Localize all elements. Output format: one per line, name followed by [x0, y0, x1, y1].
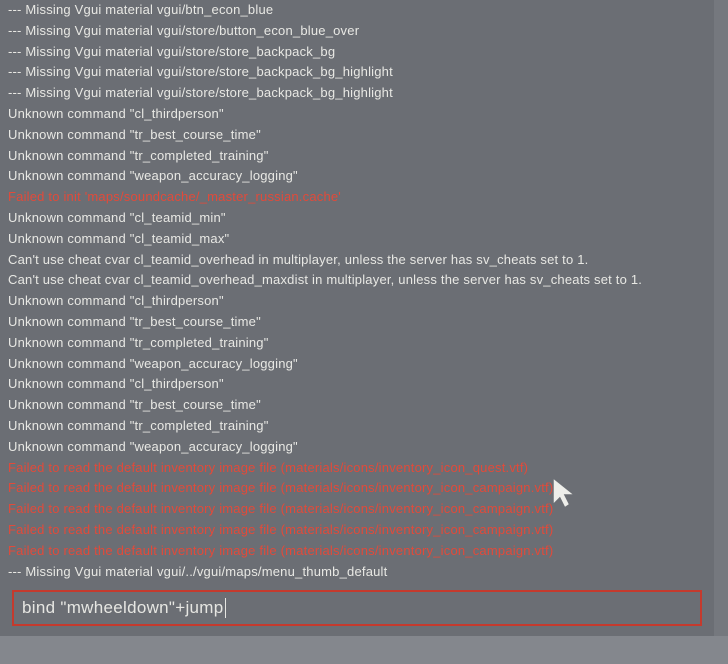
console-line: --- Missing Vgui material vgui/btn_econ_…: [8, 0, 708, 21]
console-line: Unknown command "tr_completed_training": [8, 146, 708, 167]
console-line: Unknown command "cl_thirdperson": [8, 374, 708, 395]
console-line: Can't use cheat cvar cl_teamid_overhead …: [8, 250, 708, 271]
console-line: Unknown command "cl_thirdperson": [8, 104, 708, 125]
console-line: Unknown command "tr_completed_training": [8, 416, 708, 437]
console-line: Unknown command "weapon_accuracy_logging…: [8, 354, 708, 375]
console-input-wrap[interactable]: bind "mwheeldown"+jump: [12, 590, 702, 626]
console-line: Failed to read the default inventory ima…: [8, 478, 708, 499]
console-line: Unknown command "weapon_accuracy_logging…: [8, 437, 708, 458]
console-line: Failed to read the default inventory ima…: [8, 541, 708, 562]
console-input[interactable]: bind "mwheeldown"+jump: [22, 598, 224, 618]
console-line: Failed to read the default inventory ima…: [8, 520, 708, 541]
console-line: Unknown command "cl_teamid_min": [8, 208, 708, 229]
console-line: Failed to read the default inventory ima…: [8, 499, 708, 520]
console-line: Unknown command "tr_best_course_time": [8, 125, 708, 146]
console-line: --- Missing Vgui material vgui/store/sto…: [8, 42, 708, 63]
console-line: Failed to read the default inventory ima…: [8, 458, 708, 479]
console-line: Unknown command "cl_thirdperson": [8, 291, 708, 312]
console-line: Unknown command "tr_completed_training": [8, 333, 708, 354]
console-line: Can't use cheat cvar cl_teamid_overhead_…: [8, 270, 708, 291]
console-line: Failed to init 'maps/soundcache/_master_…: [8, 187, 708, 208]
console-line: --- Missing Vgui material vgui/store/sto…: [8, 62, 708, 83]
console-output[interactable]: --- Missing Vgui material vgui/btn_econ_…: [8, 0, 708, 582]
console-line: Unknown command "tr_best_course_time": [8, 312, 708, 333]
console-line: --- Missing Vgui material vgui/store/sto…: [8, 83, 708, 104]
console-line: --- Missing Vgui material vgui/../vgui/m…: [8, 562, 708, 582]
developer-console: --- Missing Vgui material vgui/btn_econ_…: [0, 0, 728, 664]
console-line: Unknown command "weapon_accuracy_logging…: [8, 166, 708, 187]
console-line: --- Missing Vgui material vgui/store/but…: [8, 21, 708, 42]
console-line: Unknown command "tr_best_course_time": [8, 395, 708, 416]
console-line: Unknown command "cl_teamid_max": [8, 229, 708, 250]
text-caret: [225, 598, 226, 618]
right-border: [714, 0, 728, 636]
bottom-border: [0, 636, 728, 664]
